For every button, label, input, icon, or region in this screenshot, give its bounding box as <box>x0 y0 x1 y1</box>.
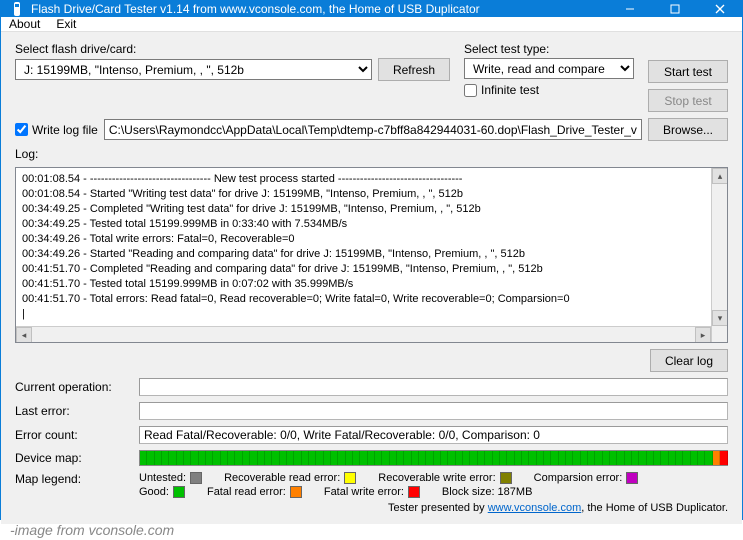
stop-test-button[interactable]: Stop test <box>648 89 728 112</box>
current-op-label: Current operation: <box>15 380 135 394</box>
menubar: About Exit <box>1 17 742 32</box>
window-title: Flash Drive/Card Tester v1.14 from www.v… <box>31 2 607 16</box>
minimize-button[interactable] <box>607 1 652 17</box>
swatch-good <box>173 486 185 498</box>
browse-button[interactable]: Browse... <box>648 118 728 141</box>
device-map <box>139 450 728 466</box>
start-test-button[interactable]: Start test <box>648 60 728 83</box>
error-count-value: Read Fatal/Recoverable: 0/0, Write Fatal… <box>139 426 728 444</box>
log-line: 00:34:49.25 - Completed "Writing test da… <box>22 202 705 217</box>
select-drive-label: Select flash drive/card: <box>15 42 136 56</box>
log-line: 00:34:49.25 - Tested total 15199.999MB i… <box>22 217 705 232</box>
log-label: Log: <box>15 147 728 161</box>
footer-note: Tester presented by www.vconsole.com, th… <box>139 500 728 514</box>
last-error-label: Last error: <box>15 404 135 418</box>
select-test-label: Select test type: <box>464 42 549 56</box>
titlebar: Flash Drive/Card Tester v1.14 from www.v… <box>1 1 742 17</box>
drive-select[interactable]: J: 15199MB, "Intenso, Premium, , ", 512b <box>15 59 372 80</box>
swatch-recov-write <box>500 472 512 484</box>
block-size-label: Block size: 187MB <box>442 486 532 498</box>
last-error-value <box>139 402 728 420</box>
infinite-test-checkbox[interactable] <box>464 84 477 97</box>
swatch-recov-read <box>344 472 356 484</box>
log-textarea[interactable]: 00:01:08.54 - --------------------------… <box>15 167 728 343</box>
map-legend-label: Map legend: <box>15 472 135 486</box>
error-count-label: Error count: <box>15 428 135 442</box>
current-op-value <box>139 378 728 396</box>
log-path-input[interactable] <box>104 119 642 140</box>
write-log-checkbox[interactable] <box>15 123 28 136</box>
close-button[interactable] <box>697 1 742 17</box>
device-map-label: Device map: <box>15 451 135 465</box>
scrollbar-horizontal[interactable]: ◂ ▸ <box>16 326 711 342</box>
clear-log-button[interactable]: Clear log <box>650 349 728 372</box>
test-type-select[interactable]: Write, read and compare <box>464 58 634 79</box>
swatch-comparison <box>626 472 638 484</box>
log-line: 00:41:51.70 - Tested total 15199.999MB i… <box>22 277 705 292</box>
scrollbar-vertical[interactable]: ▴ ▾ <box>711 168 727 342</box>
log-line: 00:34:49.26 - Total write errors: Fatal=… <box>22 232 705 247</box>
footer-link[interactable]: www.vconsole.com <box>488 502 582 514</box>
refresh-button[interactable]: Refresh <box>378 58 450 81</box>
infinite-test-label: Infinite test <box>481 83 539 97</box>
log-line: 00:34:49.26 - Started "Reading and compa… <box>22 247 705 262</box>
log-line: 00:41:51.70 - Completed "Reading and com… <box>22 262 705 277</box>
maximize-button[interactable] <box>652 1 697 17</box>
swatch-fatal-read <box>290 486 302 498</box>
menu-about[interactable]: About <box>9 17 40 31</box>
swatch-untested <box>190 472 202 484</box>
swatch-fatal-write <box>408 486 420 498</box>
log-line: 00:41:51.70 - Total errors: Read fatal=0… <box>22 292 705 307</box>
menu-exit[interactable]: Exit <box>56 17 76 31</box>
log-line: 00:01:08.54 - Started "Writing test data… <box>22 187 705 202</box>
write-log-label: Write log file <box>32 123 98 137</box>
log-line: 00:01:08.54 - --------------------------… <box>22 172 705 187</box>
app-icon <box>9 1 25 17</box>
